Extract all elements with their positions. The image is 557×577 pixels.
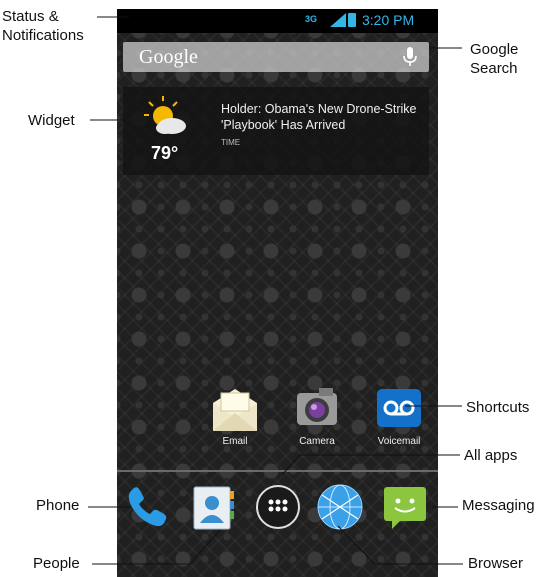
annotation-leader-lines [88,16,463,565]
